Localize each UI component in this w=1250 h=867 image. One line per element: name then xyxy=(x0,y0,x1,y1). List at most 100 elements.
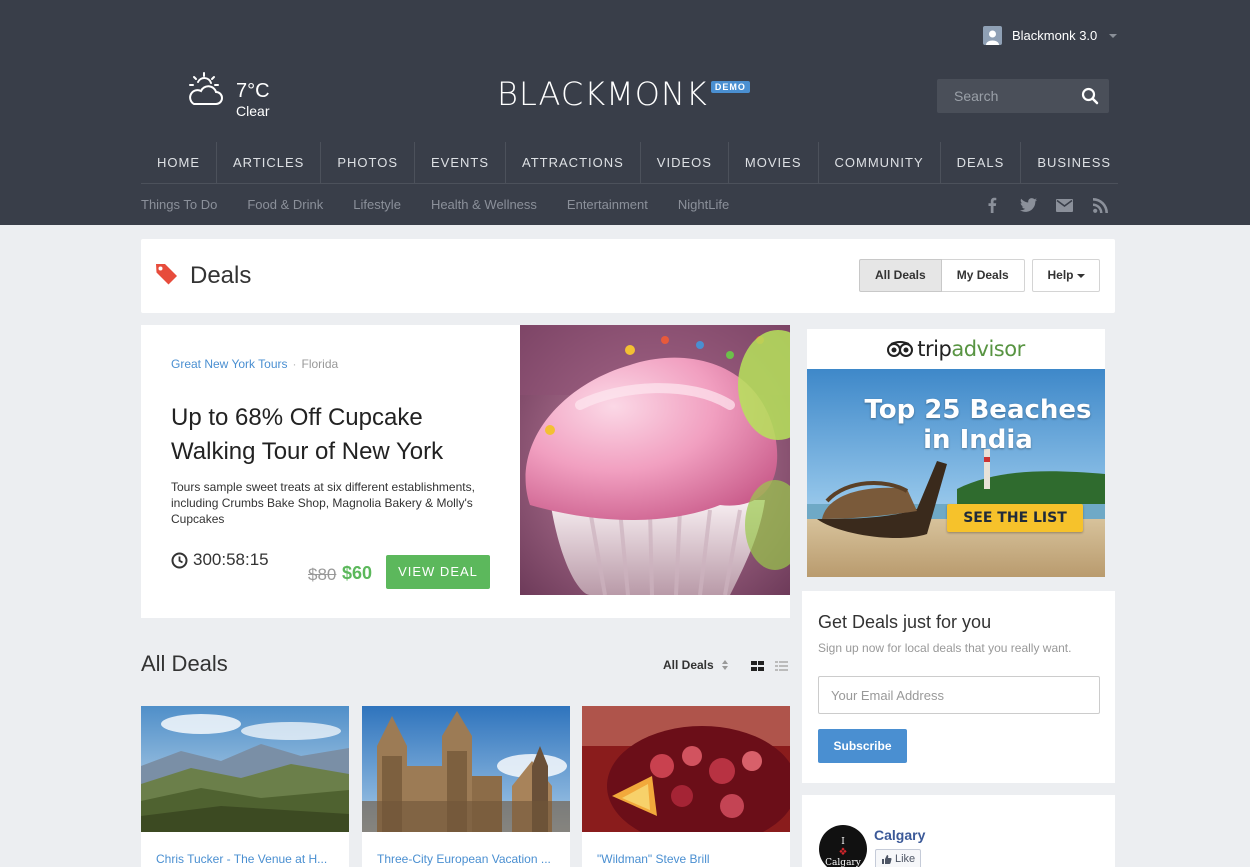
subnav-item-things-to-do[interactable]: Things To Do xyxy=(141,197,217,212)
chevron-down-icon xyxy=(1109,33,1118,38)
avatar-text-line1: I xyxy=(841,837,845,847)
nav-item-movies[interactable]: MOVIES xyxy=(729,142,819,184)
tab-my-deals[interactable]: My Deals xyxy=(941,259,1025,292)
search-input[interactable] xyxy=(937,79,1072,113)
subnav-item-entertainment[interactable]: Entertainment xyxy=(567,197,648,212)
deal-thumbnail[interactable] xyxy=(362,706,570,832)
mail-icon[interactable] xyxy=(1055,196,1073,214)
site-header: Blackmonk 3.0 7°C Clear BLACKMONK DEMO S… xyxy=(0,0,1250,225)
maple-leaf-icon: ❖ xyxy=(838,847,848,858)
original-price: $80 xyxy=(308,565,337,584)
view-deal-button[interactable]: VIEW DEAL xyxy=(386,555,490,589)
facebook-page-name[interactable]: Calgary xyxy=(874,827,925,843)
weather-widget: 7°C Clear xyxy=(186,72,270,119)
nav-item-business[interactable]: BUSINESS xyxy=(1021,142,1127,184)
email-field[interactable] xyxy=(818,676,1100,714)
rss-icon[interactable] xyxy=(1091,196,1109,214)
facebook-icon[interactable] xyxy=(983,196,1001,214)
subnav-item-food-drink[interactable]: Food & Drink xyxy=(247,197,323,212)
social-links xyxy=(983,196,1109,214)
price-tag-icon xyxy=(156,264,177,285)
sort-label: All Deals xyxy=(663,658,714,672)
featured-deal-title[interactable]: Up to 68% Off Cupcake Walking Tour of Ne… xyxy=(171,401,491,469)
deal-card[interactable]: Chris Tucker - The Venue at H... xyxy=(141,706,349,867)
countdown-value: 300:58:15 xyxy=(193,550,269,569)
separator-dot: · xyxy=(292,357,297,371)
newsletter-subtitle: Sign up now for local deals that you rea… xyxy=(818,641,1072,655)
help-label: Help xyxy=(1047,268,1074,282)
clock-icon xyxy=(171,552,188,568)
nav-item-community[interactable]: COMMUNITY xyxy=(819,142,941,184)
subnav-item-health-wellness[interactable]: Health & Wellness xyxy=(431,197,537,212)
user-menu[interactable]: Blackmonk 3.0 xyxy=(983,26,1118,45)
ad-headline-line1: Top 25 Beaches xyxy=(864,395,1092,425)
nav-item-events[interactable]: EVENTS xyxy=(415,142,507,184)
newsletter-title: Get Deals just for you xyxy=(818,612,992,632)
featured-deal-card: Great New York Tours · Florida Up to 68% O… xyxy=(141,325,790,618)
deal-card-title[interactable]: "Wildman" Steve Brill xyxy=(597,852,777,866)
deals-filter-tabs: All Deals My Deals xyxy=(859,259,1025,292)
owl-logo-icon xyxy=(887,341,914,357)
featured-deal-location: Florida xyxy=(301,357,339,371)
nav-item-photos[interactable]: PHOTOS xyxy=(321,142,416,184)
ad-brand-bar: tripadvisor xyxy=(807,329,1105,369)
avatar-text-line2: Calgary xyxy=(825,858,861,867)
page-title: Deals xyxy=(190,262,252,289)
nav-item-home[interactable]: HOME xyxy=(141,142,217,184)
nav-item-attractions[interactable]: ATTRACTIONS xyxy=(506,142,641,184)
search-box xyxy=(937,79,1109,113)
subnav-item-nightlife[interactable]: NightLife xyxy=(678,197,729,212)
featured-deal-meta: Great New York Tours · Florida xyxy=(171,357,338,371)
search-icon[interactable] xyxy=(1081,87,1099,105)
partly-cloudy-icon xyxy=(189,72,223,105)
nav-item-videos[interactable]: VIDEOS xyxy=(641,142,729,184)
featured-deal-description: Tours sample sweet treats at six differe… xyxy=(171,480,475,526)
caret-down-icon xyxy=(1076,273,1085,278)
subnav-item-lifestyle[interactable]: Lifestyle xyxy=(353,197,401,212)
logo-text: BLACKMONK xyxy=(497,75,708,113)
weather-temperature: 7°C xyxy=(236,80,270,102)
ad-brand-suffix: advisor xyxy=(951,337,1025,361)
user-avatar-icon xyxy=(983,26,1002,45)
ad-headline-line2: in India xyxy=(923,425,1033,455)
list-view-icon[interactable] xyxy=(775,661,788,671)
page-avatar[interactable]: I ❖ Calgary xyxy=(819,825,867,867)
demo-badge: DEMO xyxy=(710,81,750,93)
deal-card[interactable]: "Wildman" Steve Brill xyxy=(582,706,790,867)
tab-all-deals[interactable]: All Deals xyxy=(859,259,942,292)
facebook-page-widget: I ❖ Calgary Calgary Like xyxy=(802,795,1115,867)
like-button[interactable]: Like xyxy=(875,849,922,867)
help-dropdown-button[interactable]: Help xyxy=(1032,259,1100,292)
thumbs-up-icon xyxy=(882,854,892,864)
like-label: Like xyxy=(895,853,916,865)
deal-thumbnail[interactable] xyxy=(141,706,349,832)
deals-sort-select[interactable]: All Deals xyxy=(663,658,728,672)
featured-deal-vendor[interactable]: Great New York Tours xyxy=(171,357,288,371)
main-nav: HOME ARTICLES PHOTOS EVENTS ATTRACTIONS … xyxy=(141,142,1118,184)
newsletter-signup: Get Deals just for you Sign up now for l… xyxy=(802,591,1115,783)
site-logo[interactable]: BLACKMONK DEMO xyxy=(497,77,750,111)
user-name: Blackmonk 3.0 xyxy=(1012,28,1098,43)
sort-arrows-icon xyxy=(721,660,728,670)
ad-headline: Top 25 Beaches in India xyxy=(807,395,1105,455)
see-the-list-button[interactable]: SEE THE LIST xyxy=(947,504,1083,532)
twitter-icon[interactable] xyxy=(1019,196,1037,214)
tripadvisor-ad[interactable]: tripadvisor Top 25 Beaches in India SEE … xyxy=(807,329,1105,577)
deal-card[interactable]: Three-City European Vacation ... xyxy=(362,706,570,867)
subscribe-button[interactable]: Subscribe xyxy=(818,729,907,763)
nav-item-articles[interactable]: ARTICLES xyxy=(217,142,322,184)
deals-header-bar: Deals All Deals My Deals Help xyxy=(141,239,1115,313)
deal-thumbnail[interactable] xyxy=(582,706,790,832)
weather-condition: Clear xyxy=(236,103,270,119)
all-deals-heading: All Deals xyxy=(141,651,228,676)
sub-nav: Things To Do Food & Drink Lifestyle Heal… xyxy=(141,197,729,212)
deal-card-title[interactable]: Chris Tucker - The Venue at H... xyxy=(156,852,336,866)
ad-brand-prefix: trip xyxy=(917,337,952,361)
ad-brand-name: tripadvisor xyxy=(917,337,1025,361)
grid-view-icon[interactable] xyxy=(751,661,764,671)
nav-item-deals[interactable]: DEALS xyxy=(941,142,1022,184)
deal-price: $60 xyxy=(342,563,373,583)
deal-countdown: 300:58:15 xyxy=(171,550,269,570)
featured-deal-image[interactable] xyxy=(520,325,790,595)
deal-card-title[interactable]: Three-City European Vacation ... xyxy=(377,852,557,866)
